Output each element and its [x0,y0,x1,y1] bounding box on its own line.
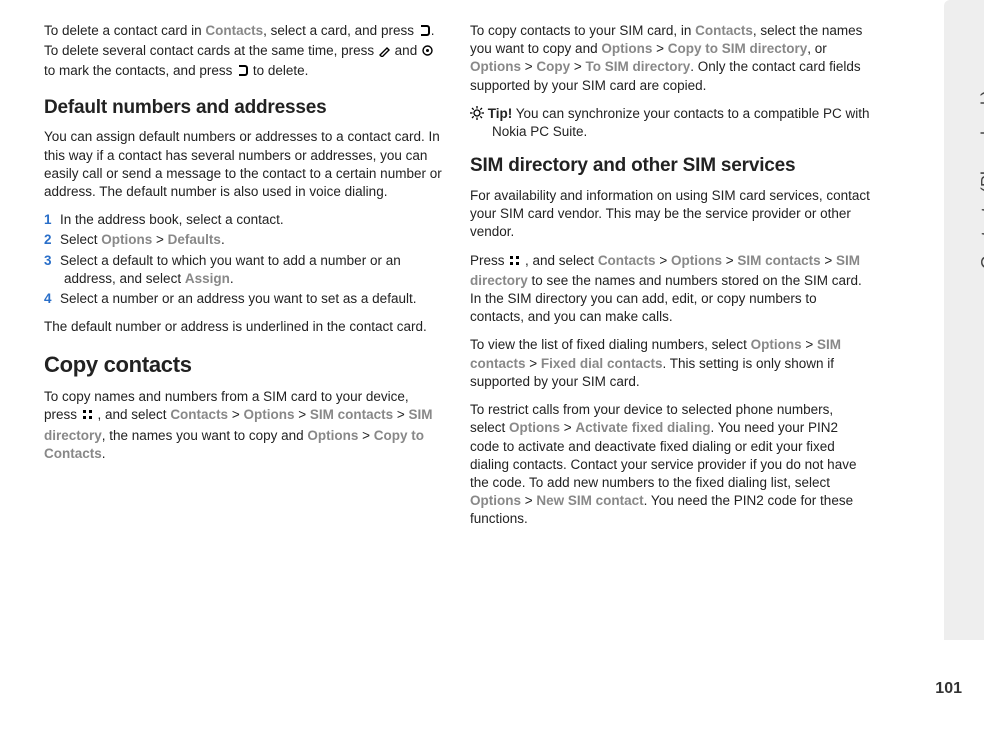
text: > [656,253,671,268]
menu-defaults: Defaults [168,232,221,247]
tip-label: Tip! [488,106,513,121]
menu-options: Options [243,407,294,422]
menu-to-sim-dir: To SIM directory [586,59,691,74]
default-desc: You can assign default numbers or addres… [44,128,444,201]
tip-text: You can synchronize your contacts to a c… [492,106,869,139]
chapter-title: Contacts (Phonebook) [978,90,984,269]
fixed-dial-view: To view the list of fixed dialing number… [470,336,870,391]
step-text: Select [60,232,101,247]
text: To view the list of fixed dialing number… [470,337,751,352]
menu-contacts: Contacts [695,23,753,38]
menu-activate-fixed: Activate fixed dialing [575,420,710,435]
copy-from-sim: To copy names and numbers from a SIM car… [44,388,444,463]
menu-options: Options [470,59,521,74]
menu-fixed-dial: Fixed dial contacts [541,356,663,371]
steps-list: 1In the address book, select a contact. … [44,211,444,308]
step-number: 4 [44,290,60,308]
text: . [230,271,234,286]
step-number: 3 [44,252,60,270]
chapter-tab: Contacts (Phonebook) [944,0,984,640]
step-1: 1In the address book, select a contact. [44,211,444,229]
menu-sim-contacts: SIM contacts [737,253,820,268]
text: . [221,232,225,247]
menu-contacts: Contacts [170,407,228,422]
text: > [560,420,575,435]
step-4: 4Select a number or an address you want … [44,290,444,308]
menu-options: Options [751,337,802,352]
text: To delete a contact card in [44,23,205,38]
text: , select a card, and press [263,23,418,38]
menu-assign: Assign [185,271,230,286]
heading-default-numbers: Default numbers and addresses [44,95,444,121]
menu-options: Options [509,420,560,435]
tip-icon [470,106,484,121]
menu-key-icon [81,408,94,426]
step-text: In the address book, select a contact. [60,212,284,227]
text: > [821,253,836,268]
text: > [802,337,817,352]
menu-options: Options [307,428,358,443]
clear-key-icon [236,64,249,82]
tip-block: Tip! You can synchronize your contacts t… [470,105,870,141]
heading-copy-contacts: Copy contacts [44,350,444,380]
delete-instructions: To delete a contact card in Contacts, se… [44,22,444,83]
text: to delete. [249,63,308,78]
text: , and select [521,253,598,268]
fixed-dial-restrict: To restrict calls from your device to se… [470,401,870,529]
step-text: Select a number or an address you want t… [60,291,416,306]
menu-key-icon [508,254,521,272]
text: Press [470,253,508,268]
step-number: 1 [44,211,60,229]
pencil-key-icon [378,44,391,62]
text: , or [807,41,827,56]
step-2: 2Select Options > Defaults. [44,231,444,249]
menu-sim-contacts: SIM contacts [310,407,393,422]
text: > [521,59,536,74]
text: > [358,428,373,443]
scroll-key-icon [421,44,434,62]
text: > [152,232,167,247]
page-number: 101 [935,680,962,698]
text: To copy contacts to your SIM card, in [470,23,695,38]
menu-new-sim-contact: New SIM contact [536,493,643,508]
menu-options: Options [101,232,152,247]
text: > [521,493,536,508]
heading-sim-directory: SIM directory and other SIM services [470,153,870,179]
text: to mark the contacts, and press [44,63,236,78]
text: . [102,446,106,461]
text: > [652,41,667,56]
step-number: 2 [44,231,60,249]
left-column: To delete a contact card in Contacts, se… [44,22,444,539]
text: > [722,253,737,268]
text: > [526,356,541,371]
menu-options: Options [601,41,652,56]
menu-copy-to-sim-dir: Copy to SIM directory [668,41,808,56]
text: to see the names and numbers stored on t… [470,273,862,324]
menu-options: Options [470,493,521,508]
clear-key-icon [418,24,431,42]
sim-availability: For availability and information on usin… [470,187,870,242]
menu-contacts: Contacts [205,23,263,38]
text: > [393,407,408,422]
text: and [391,43,421,58]
text: > [570,59,585,74]
text: > [228,407,243,422]
text: , the names you want to copy and [102,428,308,443]
copy-to-sim: To copy contacts to your SIM card, in Co… [470,22,870,95]
underline-note: The default number or address is underli… [44,318,444,336]
sim-dir-nav: Press , and select Contacts > Options > … [470,252,870,327]
text: > [294,407,309,422]
menu-options: Options [671,253,722,268]
right-column: To copy contacts to your SIM card, in Co… [470,22,870,539]
step-3: 3Select a default to which you want to a… [44,252,444,288]
menu-contacts: Contacts [598,253,656,268]
menu-copy: Copy [536,59,570,74]
page-content: To delete a contact card in Contacts, se… [0,0,900,539]
text: , and select [94,407,171,422]
